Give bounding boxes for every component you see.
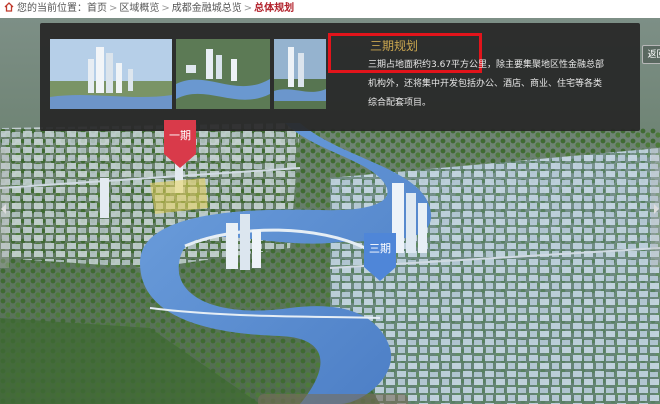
breadcrumb: 您的当前位置：首页 > 区域概览 > 成都金融城总览 > 总体规划 [0, 0, 660, 18]
breadcrumb-prefix: 您的当前位置： [17, 3, 87, 14]
right-nav-tab[interactable] [651, 148, 660, 268]
breadcrumb-home-link[interactable]: 首页 [87, 3, 107, 14]
left-nav-tab[interactable] [0, 148, 9, 268]
breadcrumb-region-overview-link[interactable]: 区域概览 [119, 3, 159, 14]
phase1-marker[interactable]: 一期 [164, 120, 196, 168]
left-arrow-icon [1, 204, 6, 214]
bottom-nav-tab[interactable] [258, 394, 408, 404]
phase1-label: 一期 [169, 129, 191, 142]
right-arrow-icon [654, 204, 659, 214]
phase3-marker[interactable]: 三期 [364, 233, 396, 281]
phase3-label: 三期 [369, 242, 391, 255]
back-button[interactable]: 返回» [642, 45, 660, 64]
phase-info-panel: 三期规划 三期占地面积约3.67平方公里，除主要集聚地区性金融总部机构外，还将集… [40, 23, 660, 131]
breadcrumb-separator: > [161, 3, 170, 14]
plan-title: 三期规划 [370, 39, 419, 53]
back-button-label: 返回 [647, 50, 660, 60]
plan-description: 三期占地面积约3.67平方公里，除主要集聚地区性金融总部机构外，还将集中开发包括… [368, 60, 605, 108]
thumbnail-aerial-towers[interactable] [50, 39, 172, 109]
breadcrumb-financial-city-link[interactable]: 成都金融城总览 [172, 3, 242, 14]
masterplan-stage: 三期规划 三期占地面积约3.67平方公里，除主要集聚地区性金融总部机构外，还将集… [0, 18, 660, 404]
thumbnail-riverside-towers[interactable] [274, 39, 326, 109]
home-icon [4, 2, 14, 12]
breadcrumb-current: 总体规划 [254, 3, 295, 14]
breadcrumb-separator: > [243, 3, 253, 14]
breadcrumb-separator: > [109, 3, 118, 14]
thumbnail-river-district[interactable] [176, 39, 270, 109]
